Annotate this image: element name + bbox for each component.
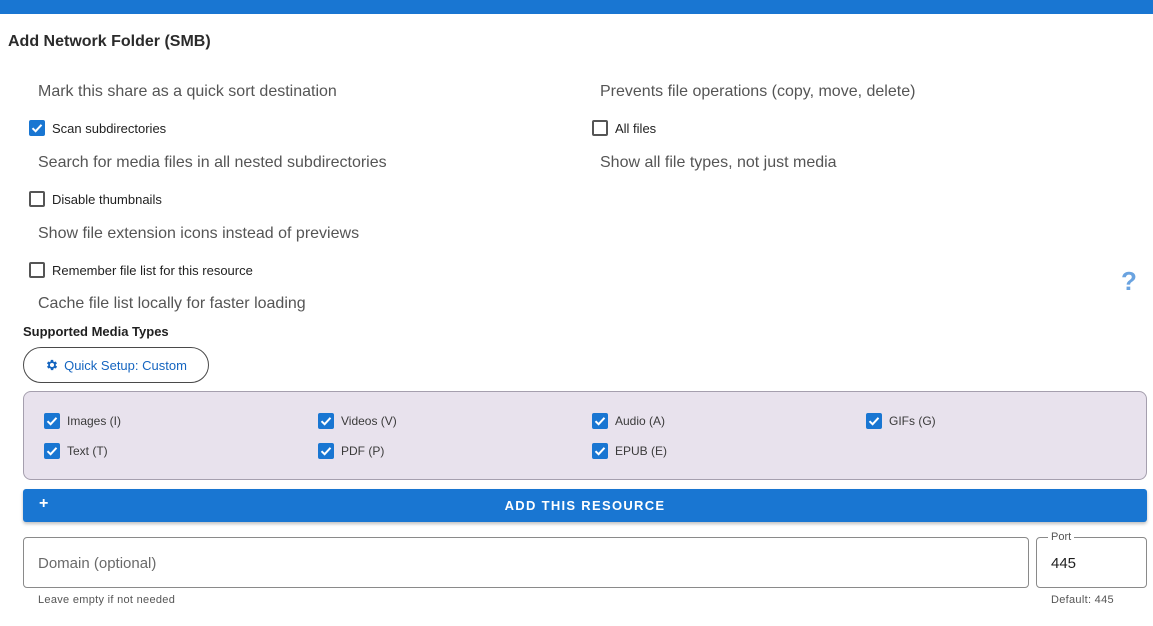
help-icon[interactable]: ? [1118, 266, 1140, 296]
quick-setup-label: Quick Setup: Custom [64, 357, 187, 373]
checkbox-box[interactable] [592, 443, 608, 459]
media-type-label: Text (T) [67, 444, 108, 458]
media-type-epub-checkbox[interactable]: EPUB (E) [592, 442, 667, 460]
disable-thumbnails-label: Disable thumbnails [52, 191, 162, 207]
media-type-videos-checkbox[interactable]: Videos (V) [318, 412, 397, 430]
add-resource-label: ADD THIS RESOURCE [504, 498, 666, 513]
all-files-label: All files [615, 120, 657, 136]
checkbox-box[interactable] [592, 413, 608, 429]
media-type-gifs-checkbox[interactable]: GIFs (G) [866, 412, 936, 430]
remember-file-list-label: Remember file list for this resource [52, 262, 253, 278]
port-field[interactable] [1036, 537, 1147, 588]
disable-thumbnails-checkbox[interactable]: Disable thumbnails [29, 190, 162, 208]
all-files-checkbox[interactable]: All files [592, 119, 656, 137]
media-type-label: PDF (P) [341, 444, 385, 458]
checkbox-box[interactable] [29, 262, 45, 278]
scan-subdirectories-label: Scan subdirectories [52, 120, 167, 136]
port-helper-text: Default: 445 [1051, 594, 1114, 606]
remember-file-list-description: Cache file list locally for faster loadi… [38, 295, 306, 312]
read-only-description: Prevents file operations (copy, move, de… [600, 83, 916, 100]
port-input[interactable] [1051, 553, 1131, 573]
checkbox-box[interactable] [29, 191, 45, 207]
media-type-text-checkbox[interactable]: Text (T) [44, 442, 108, 460]
domain-helper-text: Leave empty if not needed [38, 594, 176, 606]
quick-setup-button[interactable]: Quick Setup: Custom [23, 347, 209, 383]
checkmark-icon [320, 447, 332, 456]
checkbox-box[interactable] [318, 413, 334, 429]
all-files-description: Show all file types, not just media [600, 154, 837, 171]
media-types-panel: Images (I) Videos (V) Audio (A) GIFs (G)… [23, 391, 1147, 480]
media-type-pdf-checkbox[interactable]: PDF (P) [318, 442, 384, 460]
checkmark-icon [31, 124, 43, 133]
checkmark-icon [46, 417, 58, 426]
media-type-label: GIFs (G) [889, 414, 936, 428]
quick-sort-description: Mark this share as a quick sort destinat… [38, 83, 337, 100]
checkbox-box[interactable] [44, 443, 60, 459]
scan-subdirectories-description: Search for media files in all nested sub… [38, 154, 387, 171]
checkmark-icon [594, 447, 606, 456]
media-type-label: Videos (V) [341, 414, 397, 428]
checkbox-box[interactable] [866, 413, 882, 429]
media-type-label: Images (I) [67, 414, 122, 428]
supported-media-types-label: Supported Media Types [23, 324, 169, 339]
checkmark-icon [868, 417, 880, 426]
media-type-images-checkbox[interactable]: Images (I) [44, 412, 121, 430]
checkbox-box[interactable] [29, 120, 45, 136]
checkmark-icon [46, 447, 58, 456]
checkbox-box[interactable] [318, 443, 334, 459]
page-title: Add Network Folder (SMB) [8, 33, 211, 50]
domain-field[interactable] [23, 537, 1029, 588]
port-label: Port [1048, 531, 1075, 543]
media-type-audio-checkbox[interactable]: Audio (A) [592, 412, 665, 430]
remember-file-list-checkbox[interactable]: Remember file list for this resource [29, 261, 253, 279]
gear-icon [47, 359, 58, 371]
checkbox-box[interactable] [592, 120, 608, 136]
checkmark-icon [320, 417, 332, 426]
domain-input[interactable] [38, 552, 998, 574]
disable-thumbnails-description: Show file extension icons instead of pre… [38, 225, 360, 242]
add-resource-button[interactable]: + ADD THIS RESOURCE [23, 489, 1147, 522]
media-type-label: EPUB (E) [615, 444, 668, 458]
checkbox-box[interactable] [44, 413, 60, 429]
scan-subdirectories-checkbox[interactable]: Scan subdirectories [29, 119, 166, 137]
top-app-bar [0, 0, 1153, 14]
checkmark-icon [594, 417, 606, 426]
media-type-label: Audio (A) [615, 414, 666, 428]
